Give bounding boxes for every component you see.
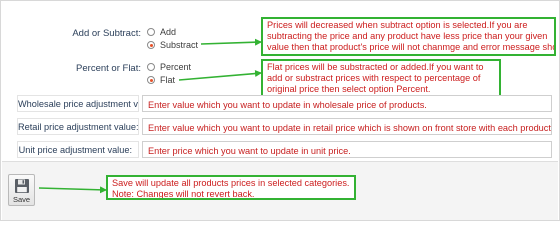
arrow-to-flat: [178, 70, 262, 81]
arrow-to-save: [38, 186, 107, 194]
annotation-arrows: [38, 38, 262, 194]
price-adjustment-form: Add or Subtract: Add Substract Prices wi…: [0, 0, 560, 221]
arrow-to-subtract: [200, 38, 262, 46]
